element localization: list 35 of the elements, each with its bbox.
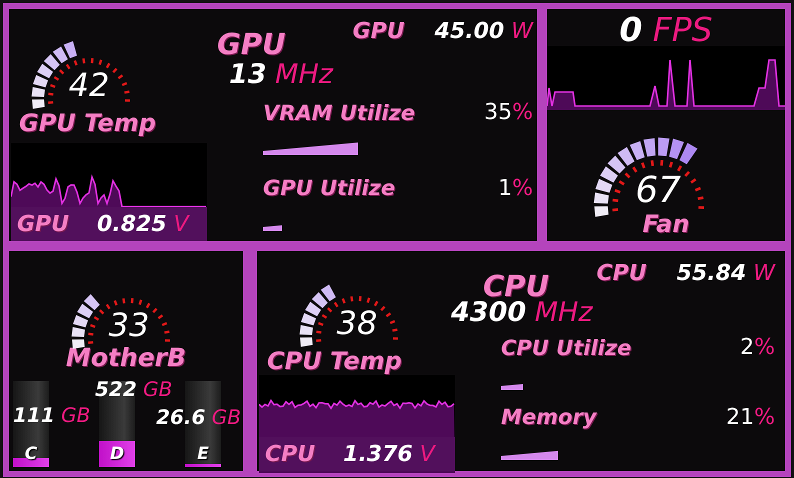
graph-label: GPU — [17, 212, 70, 236]
gauge-value: 33 — [108, 312, 150, 340]
voltage-value: 1.376 V — [343, 442, 435, 466]
drive-letter: D — [108, 444, 126, 464]
fps-value: 0 FPS — [619, 13, 713, 46]
power-label: GPU — [352, 19, 405, 44]
graph-label: CPU — [265, 442, 316, 466]
gauge-label: GPU Temp — [19, 109, 157, 137]
clock-value: 4300 MHz — [451, 297, 594, 328]
power-label: CPU — [596, 261, 647, 286]
gauge-value: 42 — [68, 72, 110, 100]
clock-value: 13 MHz — [229, 59, 334, 90]
drive-free-space: 26.6 GB — [156, 405, 241, 429]
gauge-label: CPU Temp — [267, 347, 403, 375]
gauge-fill — [300, 284, 336, 347]
gauge-value: 38 — [336, 310, 378, 338]
power-value: 55.84 W — [676, 261, 775, 286]
voltage-value: 0.825 V — [97, 212, 189, 236]
meter-value: 21% — [726, 404, 775, 430]
drive-letter: E — [196, 444, 210, 464]
power-value: 45.00 W — [434, 19, 533, 44]
gauge-label: MotherB — [66, 343, 186, 372]
drive-free-space: 111 GB — [13, 403, 90, 427]
meter-label: VRAM Utilize — [263, 100, 416, 125]
gauge-value: 67 — [635, 176, 681, 206]
meter-label: Memory — [501, 405, 596, 430]
meter-value: 2% — [740, 335, 775, 360]
meter-value: 1% — [498, 176, 533, 201]
meter-label: GPU Utilize — [263, 176, 396, 200]
meter-label: CPU Utilize — [501, 336, 632, 360]
gauge-fill — [72, 294, 100, 349]
panel-title: GPU — [217, 27, 286, 61]
fan-label: Fan — [642, 210, 690, 238]
meter-value: 35% — [484, 100, 533, 126]
drive-free-space: 522 GB — [95, 377, 172, 401]
